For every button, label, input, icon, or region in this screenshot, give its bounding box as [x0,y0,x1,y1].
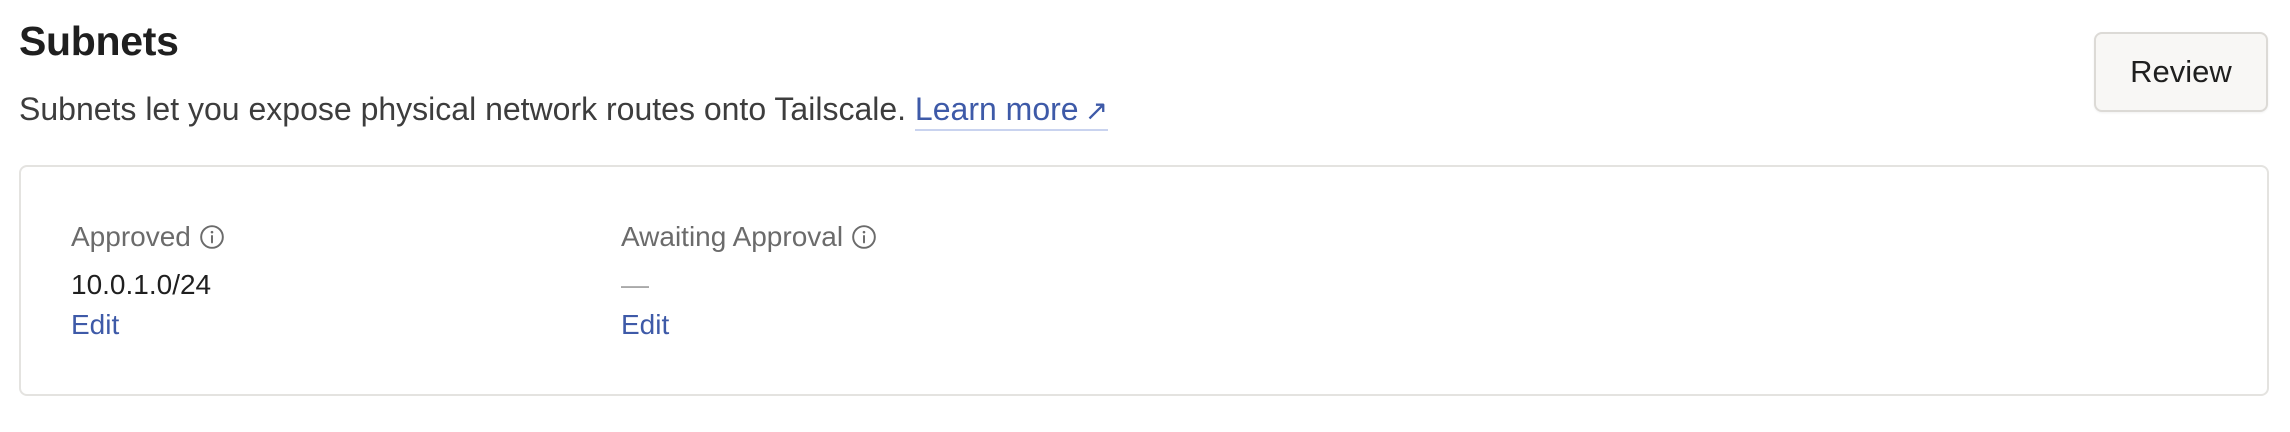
approved-column: Approved 10.0.1.0/24 Edit [71,221,225,341]
subnets-section: Subnets Subnets let you expose physical … [0,0,2290,432]
learn-more-link[interactable]: Learn more ↗ [914,91,1109,131]
section-description: Subnets let you expose physical network … [19,91,1109,131]
awaiting-label-row: Awaiting Approval [621,221,877,253]
awaiting-value: — [621,269,649,300]
approved-edit-link[interactable]: Edit [71,309,119,341]
review-button[interactable]: Review [2094,32,2268,112]
description-text: Subnets let you expose physical network … [19,91,907,127]
info-icon[interactable] [851,224,877,250]
section-title: Subnets [19,18,179,64]
approved-label: Approved [71,221,191,252]
external-arrow-icon: ↗ [1084,95,1109,126]
learn-more-label: Learn more [914,91,1079,127]
subnets-card: Approved 10.0.1.0/24 Edit Awaiting Appro… [19,165,2269,396]
awaiting-label: Awaiting Approval [621,221,844,252]
awaiting-approval-column: Awaiting Approval — Edit [621,221,877,341]
info-icon[interactable] [199,224,225,250]
approved-label-row: Approved [71,221,225,253]
awaiting-edit-link[interactable]: Edit [621,309,669,341]
approved-value: 10.0.1.0/24 [71,269,212,300]
